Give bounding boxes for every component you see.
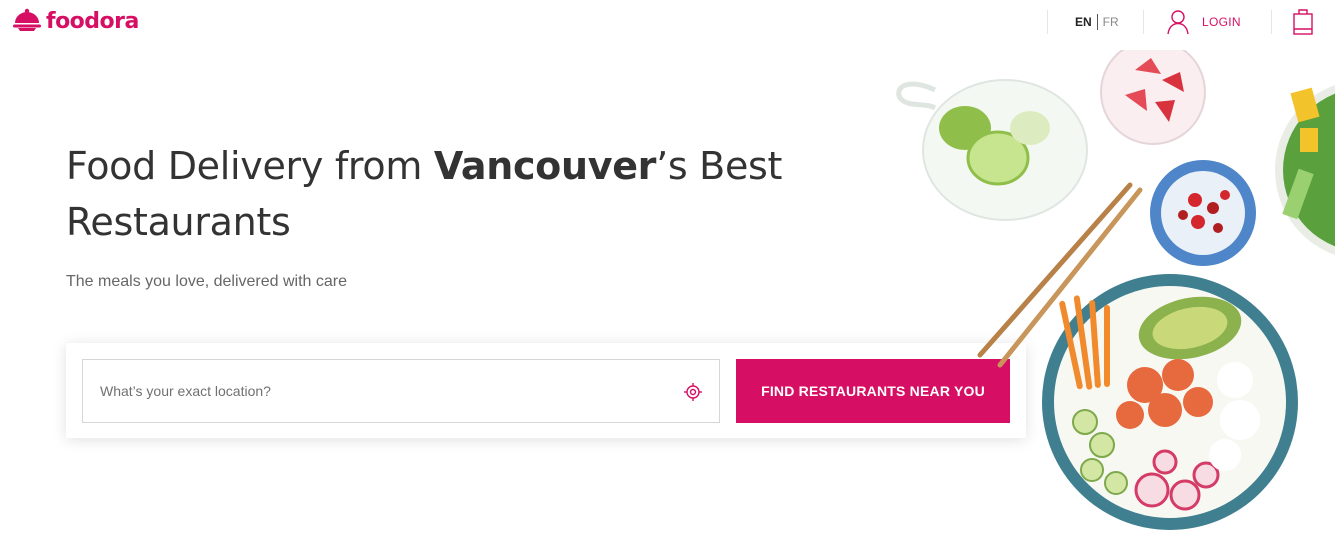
location-input[interactable] bbox=[83, 360, 663, 422]
hero-title-prefix: Food Delivery from bbox=[66, 144, 434, 188]
food-hero-image bbox=[896, 50, 1335, 530]
hero-subtitle: The meals you love, delivered with care bbox=[66, 273, 348, 290]
hero-title-city: Vancouver bbox=[433, 144, 657, 188]
chili-bowl-illustration bbox=[1150, 160, 1256, 266]
strawberry-water-glass-illustration bbox=[1100, 50, 1206, 145]
header-divider bbox=[1047, 10, 1048, 34]
hero-title: Food Delivery from Vancouver’s Best Rest… bbox=[66, 138, 826, 250]
foodora-logo[interactable]: foodora bbox=[12, 8, 139, 34]
lang-fr-option[interactable]: FR bbox=[1103, 15, 1119, 29]
language-switcher: EN FR bbox=[1075, 14, 1119, 30]
user-icon bbox=[1167, 10, 1189, 35]
brand-name: foodora bbox=[46, 8, 139, 34]
login-button[interactable]: LOGIN bbox=[1166, 9, 1241, 35]
cart-button[interactable] bbox=[1292, 8, 1314, 41]
cloche-icon bbox=[13, 8, 41, 31]
crosshair-location-icon[interactable] bbox=[683, 382, 703, 402]
lang-en-option[interactable]: EN bbox=[1075, 15, 1092, 29]
location-field bbox=[82, 359, 720, 423]
cart-bag-icon bbox=[1293, 9, 1313, 35]
poke-bowl-illustration bbox=[1042, 274, 1298, 530]
login-label: LOGIN bbox=[1202, 15, 1241, 29]
lang-separator bbox=[1096, 14, 1098, 30]
lime-water-pitcher-illustration bbox=[896, 79, 1088, 221]
vegetable-salad-bowl-illustration bbox=[1275, 85, 1335, 255]
header-divider bbox=[1143, 10, 1144, 34]
header-divider bbox=[1271, 10, 1272, 34]
